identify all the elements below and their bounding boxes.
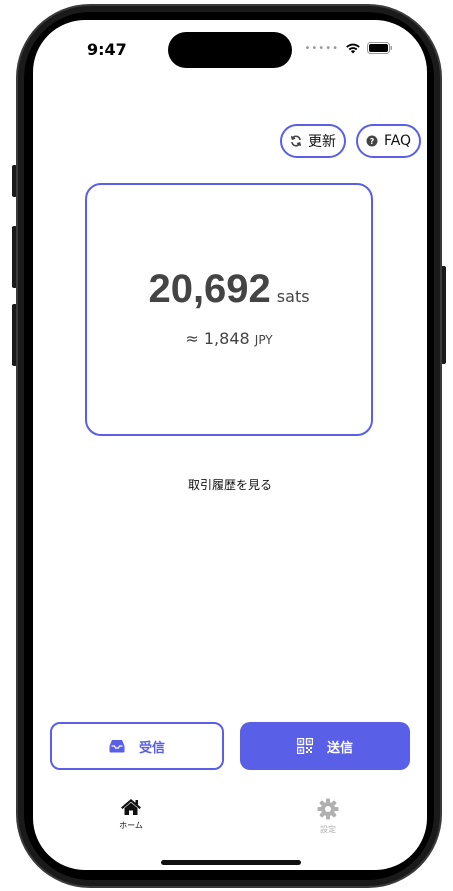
- faq-button[interactable]: ? FAQ: [356, 124, 421, 158]
- home-icon: [121, 799, 141, 815]
- send-button[interactable]: 送信: [240, 722, 410, 770]
- fiat-row: ≈ 1,848 JPY: [87, 329, 371, 348]
- refresh-icon: [290, 135, 302, 147]
- power-button: [441, 266, 446, 364]
- refresh-label: 更新: [308, 134, 336, 150]
- volume-up-button: [12, 226, 17, 288]
- fiat-amount: 1,848: [203, 329, 250, 348]
- receive-button[interactable]: 受信: [50, 722, 224, 770]
- status-time: 9:47: [87, 40, 127, 59]
- transaction-history-label: 取引履歴を見る: [187, 478, 272, 492]
- mute-switch: [12, 165, 17, 197]
- dynamic-island: [168, 32, 292, 68]
- balance-row: 20,692 sats: [87, 267, 371, 312]
- volume-down-button: [12, 304, 17, 366]
- receive-label: 受信: [138, 740, 165, 756]
- transaction-history-link[interactable]: 取引履歴を見る: [33, 476, 427, 493]
- tab-home[interactable]: ホーム: [91, 798, 171, 831]
- app-screen: 9:47 ••••• 更新 ? FAQ 20,692 sats ≈ 1,848 …: [33, 20, 427, 870]
- home-indicator[interactable]: [161, 860, 301, 865]
- status-icons: •••••: [305, 42, 394, 54]
- svg-text:?: ?: [370, 137, 375, 146]
- balance-amount: 20,692: [148, 267, 271, 311]
- refresh-button[interactable]: 更新: [280, 124, 346, 158]
- balance-unit: sats: [276, 287, 310, 306]
- qr-code-icon: [296, 738, 313, 754]
- question-circle-icon: ?: [366, 135, 378, 147]
- wifi-icon: [346, 43, 360, 54]
- inbox-icon: [109, 740, 125, 753]
- tab-home-label: ホーム: [119, 821, 143, 830]
- fiat-prefix: ≈: [185, 329, 204, 348]
- cellular-signal: •••••: [304, 42, 339, 54]
- battery-icon: [367, 42, 392, 54]
- balance-card: 20,692 sats ≈ 1,848 JPY: [85, 183, 373, 436]
- faq-label: FAQ: [383, 133, 412, 149]
- send-label: 送信: [326, 740, 353, 756]
- tab-settings-label: 設定: [320, 825, 336, 834]
- fiat-unit: JPY: [254, 333, 273, 347]
- gear-icon: [317, 798, 339, 820]
- tab-settings[interactable]: 設定: [288, 798, 368, 835]
